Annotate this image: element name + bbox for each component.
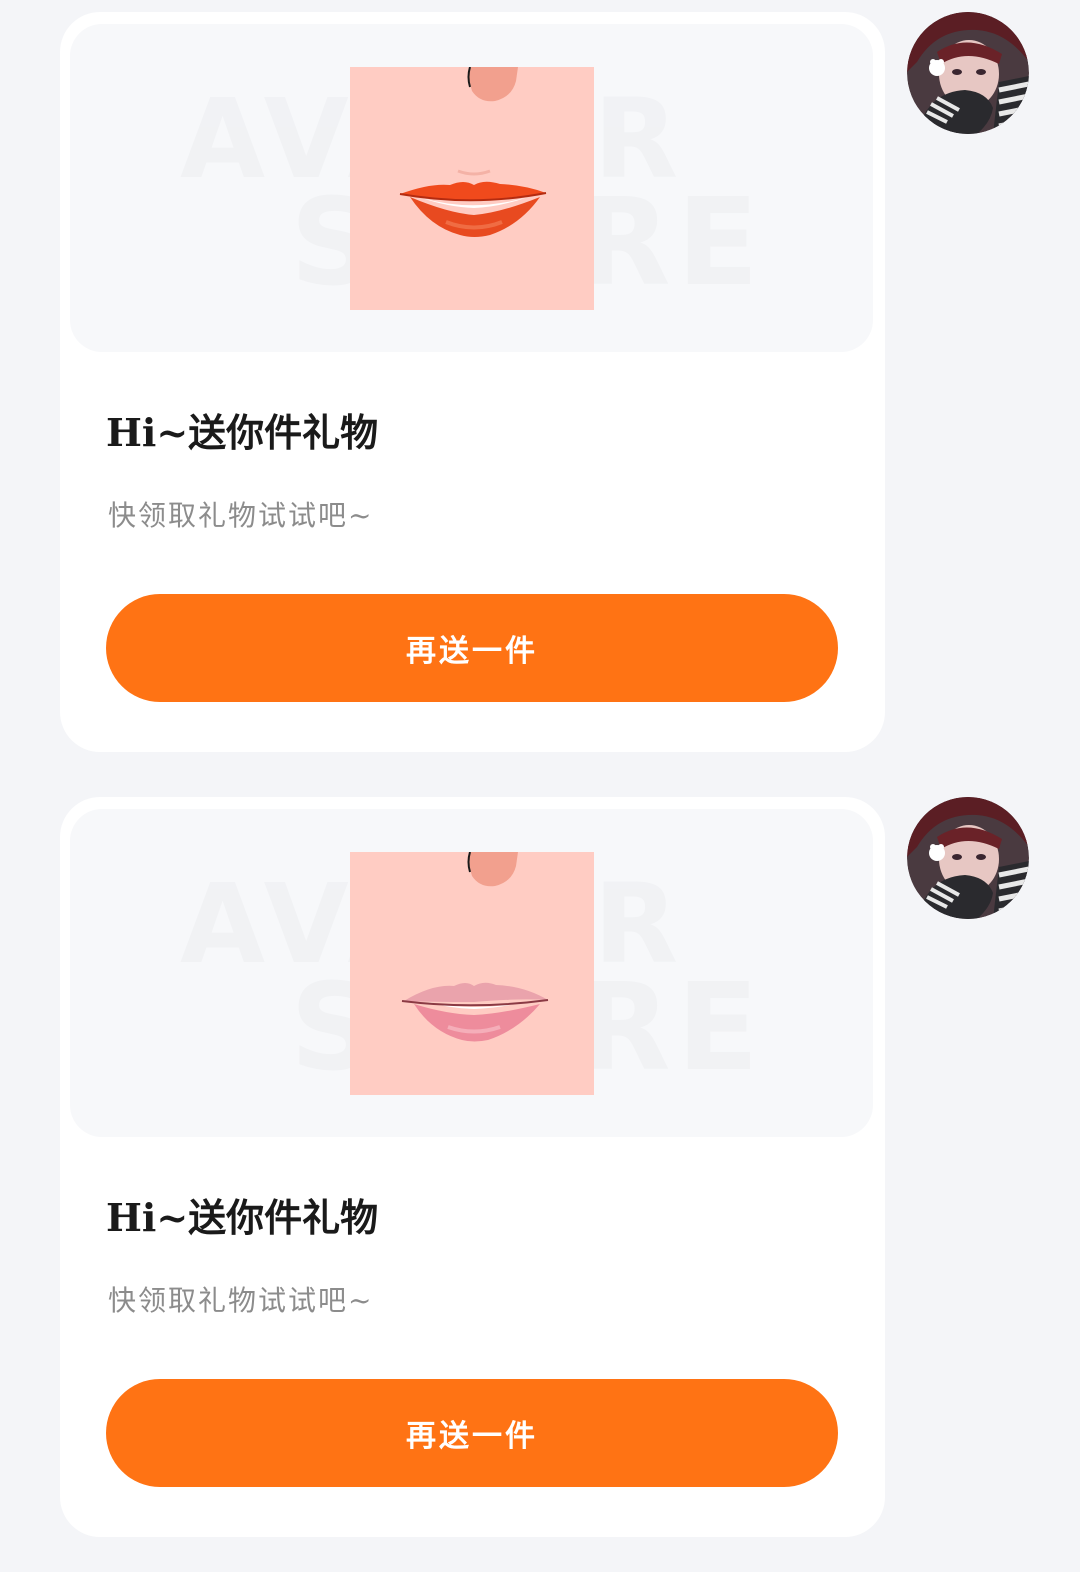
lips-pink-icon <box>350 852 594 1095</box>
gift-title: Hi~送你件礼物 <box>106 1195 379 1240</box>
gift-message: AVATAR STORE Hi~送你件礼物 快领取礼物试试吧~ 再送一件 <box>0 785 1080 1537</box>
gift-subtitle: 快领取礼物试试吧~ <box>108 1284 374 1317</box>
gift-preview: AVATAR STORE <box>70 809 873 1137</box>
send-another-button[interactable]: 再送一件 <box>106 1379 838 1487</box>
gift-preview: AVATAR STORE <box>70 24 873 352</box>
avatar[interactable] <box>907 797 1029 919</box>
gift-message: AVATAR STORE Hi~送你件礼物 快 <box>0 0 1080 752</box>
gift-card[interactable]: AVATAR STORE Hi~送你件礼物 快领取礼物试试吧~ 再送一件 <box>60 797 885 1537</box>
gift-subtitle: 快领取礼物试试吧~ <box>108 499 374 532</box>
gift-title: Hi~送你件礼物 <box>106 410 379 455</box>
avatar[interactable] <box>907 12 1029 134</box>
send-another-button[interactable]: 再送一件 <box>106 594 838 702</box>
lips-red-icon <box>350 67 594 310</box>
gift-card[interactable]: AVATAR STORE Hi~送你件礼物 快 <box>60 12 885 752</box>
